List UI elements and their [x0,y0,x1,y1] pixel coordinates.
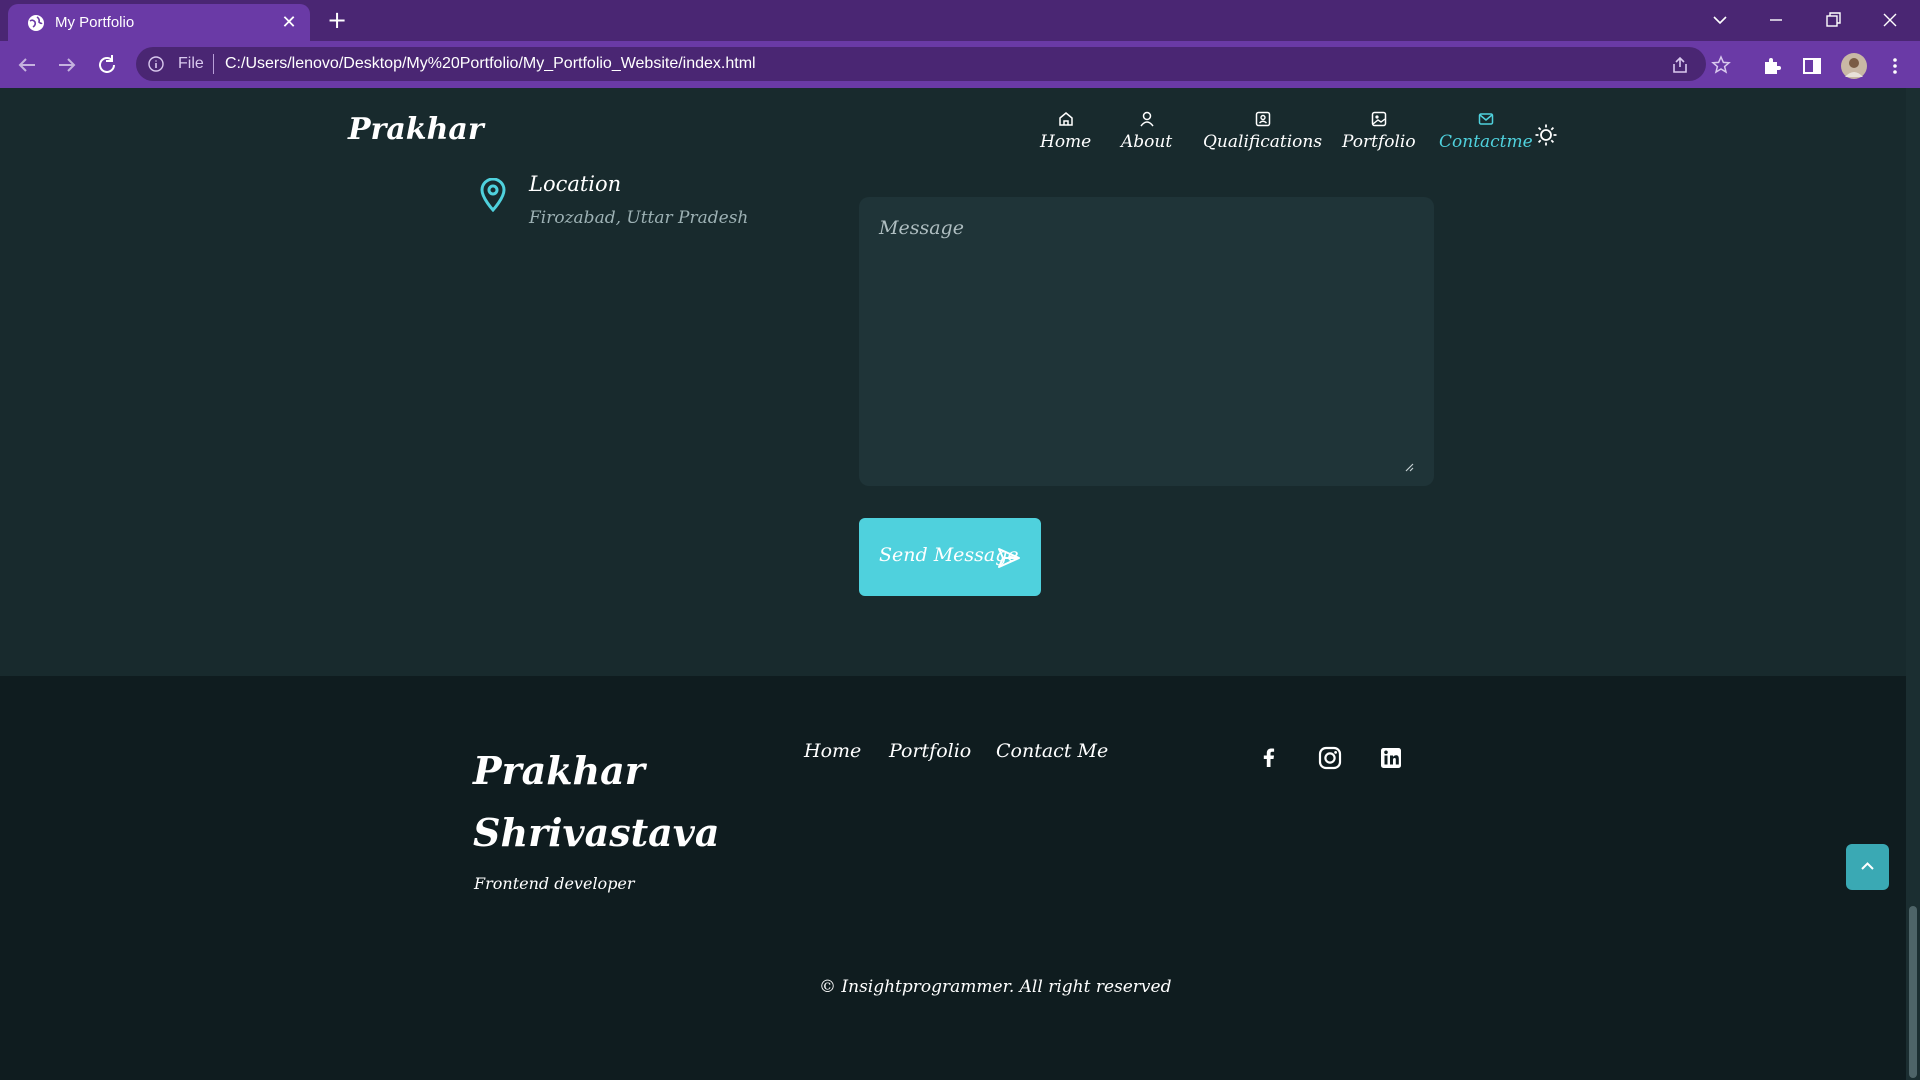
footer-name: Prakhar Shrivastava [473,748,720,855]
minimize-icon[interactable] [1764,8,1788,32]
nav-home[interactable]: Home [1040,110,1091,152]
window-close-icon[interactable] [1878,8,1902,32]
resize-grip-icon[interactable] [1404,462,1414,472]
nav-contactme[interactable]: Contactme [1439,110,1533,152]
page-viewport: Prakhar Home About Qualifications Portfo… [0,88,1906,1080]
nav-about[interactable]: About [1121,110,1172,152]
home-icon [1058,112,1073,126]
plus-icon[interactable]: + [325,8,349,33]
site-header: Prakhar Home About Qualifications Portfo… [0,88,1906,178]
map-pin-icon [480,178,506,212]
browser-window: My Portfolio ✕ + File C:/Users/lenovo/De… [0,0,1920,1080]
nav-home-label: Home [1040,132,1092,152]
message-textarea[interactable]: Message [859,197,1434,486]
footer-role: Frontend developer [474,874,635,893]
scrollbar-thumb[interactable] [1909,906,1917,1078]
tab-title: My Portfolio [55,14,135,31]
restore-icon[interactable] [1821,8,1845,32]
tab-my-portfolio[interactable]: My Portfolio ✕ [8,4,310,41]
message-placeholder: Message [879,217,964,239]
omnibox-divider [213,54,214,74]
sidepanel-icon[interactable] [1801,55,1823,77]
globe-icon [28,15,44,31]
back-icon[interactable] [13,51,41,79]
tab-search-icon[interactable] [1708,8,1732,32]
facebook-icon[interactable] [1256,745,1282,771]
sun-icon[interactable] [1534,123,1558,147]
url-text[interactable]: C:/Users/lenovo/Desktop/My%20Portfolio/M… [225,55,756,73]
star-icon[interactable] [1711,55,1731,75]
kebab-menu-icon[interactable] [1884,55,1906,77]
nav-portfolio[interactable]: Portfolio [1342,110,1416,152]
footer-link-portfolio[interactable]: Portfolio [889,740,971,762]
browser-toolbar: File C:/Users/lenovo/Desktop/My%20Portfo… [0,41,1920,88]
user-icon [1139,111,1154,127]
site-footer: Prakhar Shrivastava Frontend developer H… [0,676,1906,1080]
info-icon[interactable] [148,56,164,72]
chevron-up-icon [1861,862,1874,870]
location-title: Location [529,172,622,196]
tab-strip: My Portfolio ✕ + [0,0,1920,41]
footer-link-home[interactable]: Home [804,740,861,762]
footer-link-contact[interactable]: Contact Me [996,740,1108,762]
nav-portfolio-label: Portfolio [1342,132,1416,152]
send-message-button[interactable]: Send Message [859,518,1041,596]
location-value: Firozabad, Uttar Pradesh [529,208,749,228]
profile-avatar[interactable] [1841,53,1867,79]
nav-qualifications-label: Qualifications [1203,132,1323,152]
instagram-icon[interactable] [1317,745,1343,771]
nav-contactme-label: Contactme [1439,132,1533,152]
share-icon[interactable] [1670,55,1690,75]
nav-about-label: About [1121,132,1173,152]
forward-icon[interactable] [53,51,81,79]
nav-qualifications[interactable]: Qualifications [1203,110,1322,152]
extensions-icon[interactable] [1761,55,1783,77]
scheme-label: File [178,55,204,72]
reload-icon[interactable] [93,51,121,79]
send-icon [998,548,1020,568]
id-card-icon [1255,111,1270,127]
close-icon[interactable]: ✕ [279,13,299,33]
page-scrollbar[interactable] [1906,88,1920,1080]
address-bar[interactable]: File C:/Users/lenovo/Desktop/My%20Portfo… [136,47,1731,81]
site-logo[interactable]: Prakhar [348,112,484,147]
mail-icon [1478,113,1494,125]
image-icon [1371,111,1387,127]
linkedin-icon[interactable] [1378,745,1404,771]
scroll-to-top-button[interactable] [1846,844,1889,890]
copyright-text: © Insightprogrammer. All right reserved [819,977,1172,997]
